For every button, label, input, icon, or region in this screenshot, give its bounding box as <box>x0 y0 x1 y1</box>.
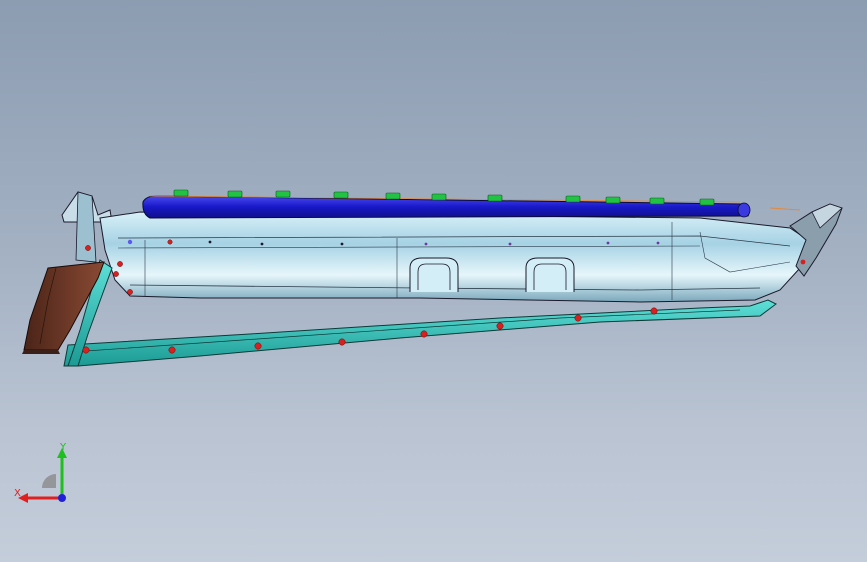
main-body-panel <box>99 211 809 303</box>
axis-triad: Y X <box>14 442 67 503</box>
x-axis-label: X <box>14 488 21 499</box>
z-axis-icon <box>58 494 66 502</box>
cad-viewport[interactable] <box>0 0 867 562</box>
y-axis-label: Y <box>59 442 67 453</box>
triad-plane-icon <box>42 474 56 488</box>
